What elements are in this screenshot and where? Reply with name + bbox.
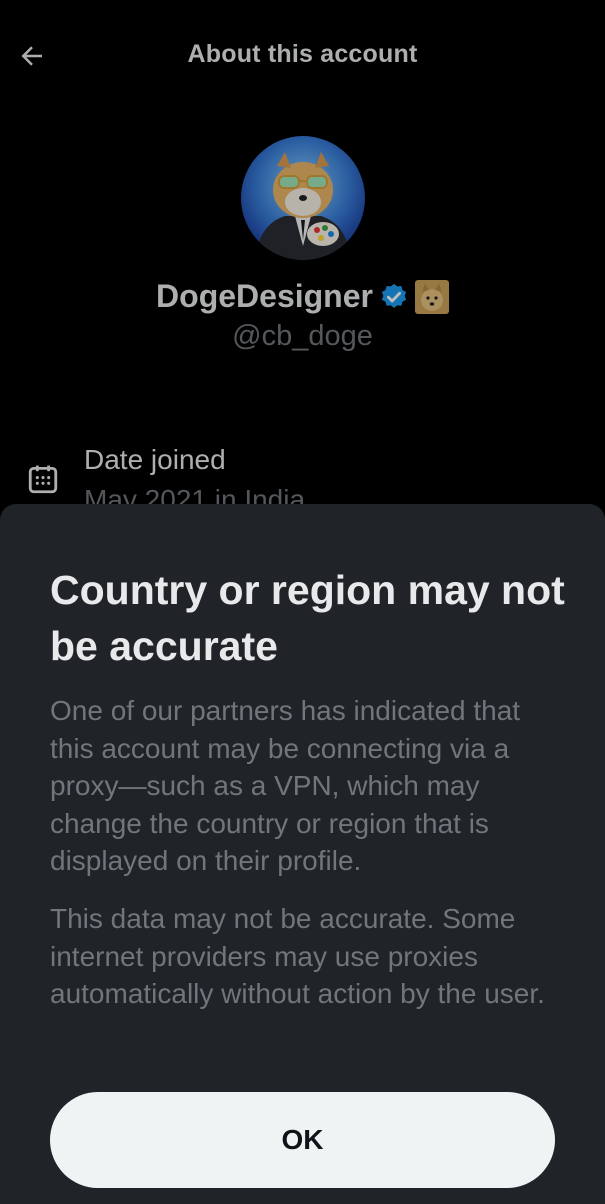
sheet-paragraph-2: This data may not be accurate. Some inte… [50, 903, 545, 1009]
sheet-title: Country or region may not be accurate [50, 567, 565, 669]
bottom-sheet: Country or region may not be accurate On… [0, 504, 605, 1204]
ok-button[interactable]: OK [50, 1092, 555, 1188]
sheet-paragraph-1: One of our partners has indicated that t… [50, 695, 521, 876]
